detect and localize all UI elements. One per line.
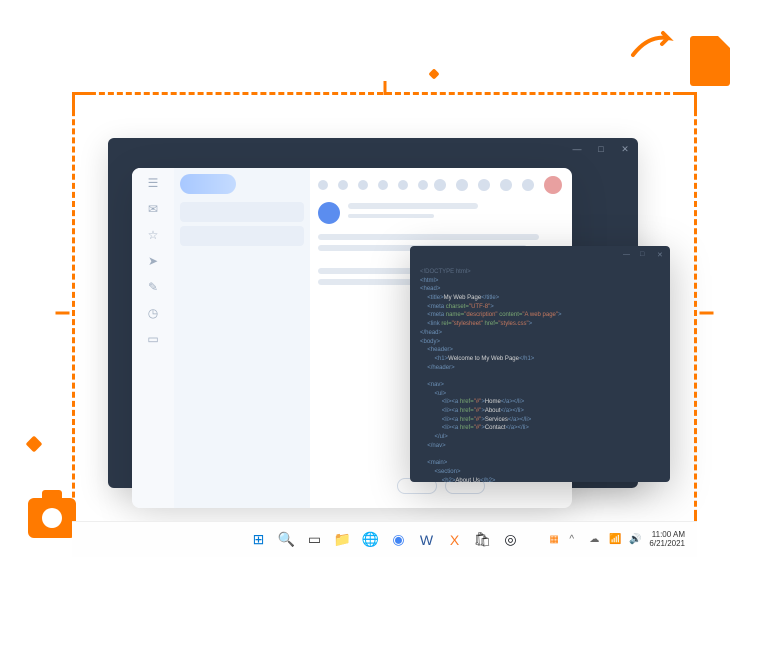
accent-dot — [26, 436, 43, 453]
resize-handle-t[interactable] — [383, 81, 386, 95]
screenshot-selection[interactable] — [72, 92, 697, 534]
tray-wifi-icon[interactable]: 📶 — [609, 534, 621, 546]
taskbar-app-store[interactable]: 🛍 — [474, 531, 492, 549]
taskbar-clock[interactable]: 11:00 AM 6/21/2021 — [649, 531, 685, 549]
tray-app-tray-icon[interactable]: ▦ — [549, 534, 561, 546]
date: 6/21/2021 — [649, 540, 685, 549]
file-icon — [690, 36, 730, 86]
windows-taskbar: ⊞ 🔍 ▭ 📁 🌐 ◉ WX 🛍 ◎ ▦ ^ ☁ 📶 🔊 11:00 AM 6/21/2021 — [72, 521, 697, 557]
tray-volume-icon[interactable]: 🔊 — [629, 534, 641, 546]
taskbar-app-steam[interactable]: ◎ — [502, 531, 520, 549]
system-tray: ▦ ^ ☁ 📶 🔊 11:00 AM 6/21/2021 — [549, 531, 685, 549]
tray-chevron-icon[interactable]: ^ — [569, 534, 581, 546]
resize-handle-tr[interactable] — [675, 92, 697, 114]
resize-handle-tl[interactable] — [72, 92, 94, 114]
taskbar-app-chrome[interactable]: ◉ — [390, 531, 408, 549]
taskbar-app-explorer[interactable]: 📁 — [334, 531, 352, 549]
taskbar-apps: ⊞ 🔍 ▭ 📁 🌐 ◉ WX 🛍 ◎ — [250, 531, 520, 549]
taskbar-app-word[interactable]: W — [418, 531, 436, 549]
taskbar-app-task-view[interactable]: ▭ — [306, 531, 324, 549]
accent-dot — [428, 68, 439, 79]
camera-icon — [28, 498, 76, 538]
resize-handle-l[interactable] — [56, 312, 70, 315]
share-arrow-icon — [628, 30, 678, 60]
taskbar-app-search[interactable]: 🔍 — [278, 531, 296, 549]
resize-handle-r[interactable] — [700, 312, 714, 315]
taskbar-app-xampp[interactable]: X — [446, 531, 464, 549]
taskbar-app-start[interactable]: ⊞ — [250, 531, 268, 549]
tray-onedrive-icon[interactable]: ☁ — [589, 534, 601, 546]
taskbar-app-edge[interactable]: 🌐 — [362, 531, 380, 549]
